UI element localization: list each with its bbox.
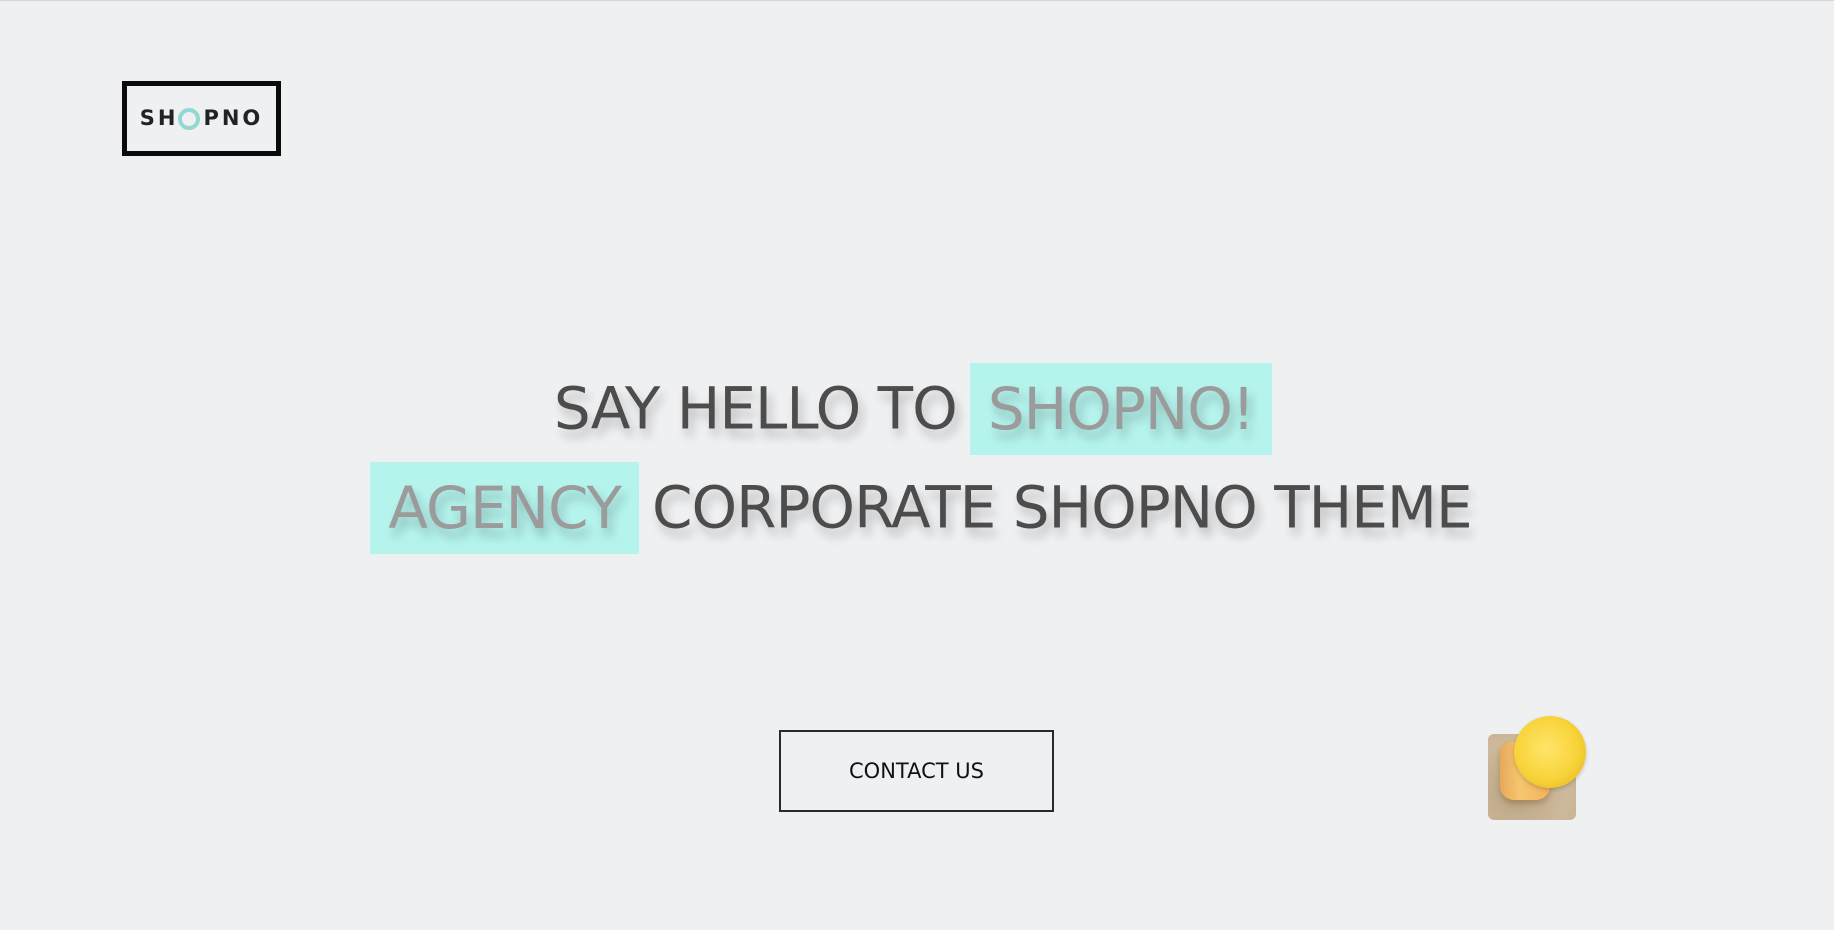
logo-wordmark: SH PNO (139, 106, 264, 130)
logo-text-start: SH (139, 106, 179, 130)
orange-juice-glass-icon (1514, 716, 1586, 788)
headline-text-say-hello: SAY HELLO TO (553, 374, 958, 443)
headline-line-1: SAY HELLO TO SHOPNO! (0, 362, 1834, 461)
contact-us-button[interactable]: CONTACT US (779, 730, 1054, 812)
top-border (0, 0, 1834, 1)
logo-o-ring-icon (178, 107, 201, 130)
hero-headline: SAY HELLO TO SHOPNO! AGENCY CORPORATE SH… (0, 362, 1834, 560)
logo-text-end: PNO (203, 106, 264, 130)
headline-text-corporate-theme: CORPORATE SHOPNO THEME (652, 473, 1473, 542)
headline-line-2: AGENCY CORPORATE SHOPNO THEME (0, 461, 1834, 560)
site-logo[interactable]: SH PNO (122, 81, 281, 156)
headline-highlight-shopno: SHOPNO! (969, 362, 1273, 455)
headline-highlight-agency: AGENCY (370, 461, 639, 554)
floating-product-widget[interactable] (1488, 716, 1586, 820)
